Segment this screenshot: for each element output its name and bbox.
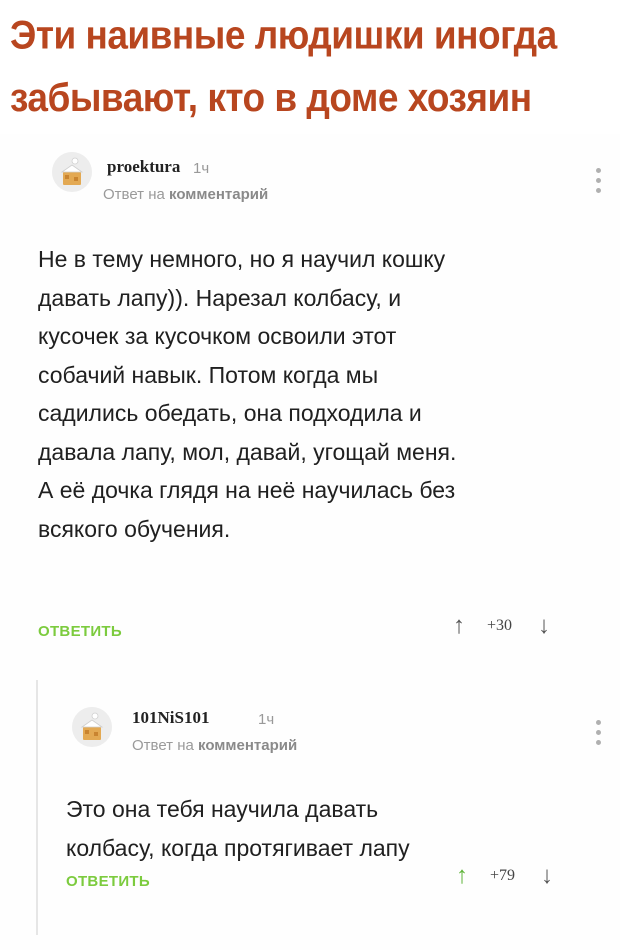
body-line: кусочек за кусочком освоили этот <box>38 323 397 349</box>
thread-line <box>36 680 38 935</box>
body-line: всякого обучения. <box>38 515 231 542</box>
body-line: Не в тему немного, но я научил кошку <box>38 246 446 272</box>
body-line: давать лапу)). Нарезал колбасу, и <box>38 284 402 311</box>
body-line: собачий навык. Потом когда мы <box>38 361 379 388</box>
arrow-up-icon[interactable]: ↑ <box>453 614 465 638</box>
default-avatar-icon[interactable] <box>72 707 112 747</box>
headline-line-2: забывают, кто в доме хозяин <box>10 75 532 120</box>
vote-controls: ↑ +30 ↓ <box>453 614 550 638</box>
body-line: Это она тебя научила давать <box>66 796 379 822</box>
more-vertical-icon[interactable] <box>594 720 602 745</box>
comment-username[interactable]: proektura <box>107 157 180 177</box>
body-line: колбасу, когда протягивает лапу <box>66 834 410 861</box>
comment-username[interactable]: 101NiS101 <box>132 708 209 728</box>
reply-to-prefix: Ответ на <box>103 186 165 203</box>
headline-line-1: Эти наивные людишки иногда <box>10 12 557 57</box>
comment-reply-to[interactable]: Ответ на комментарий <box>132 737 297 754</box>
body-line: садились обедать, она подходила и <box>38 400 422 426</box>
reply-button[interactable]: ОТВЕТИТЬ <box>66 873 150 890</box>
reply-button[interactable]: ОТВЕТИТЬ <box>38 623 122 640</box>
more-vertical-icon[interactable] <box>594 168 602 193</box>
comment-time: 1ч <box>258 711 275 728</box>
comment-reply-to[interactable]: Ответ на комментарий <box>103 186 268 203</box>
comment-body: Не в тему немного, но я научил кошку дав… <box>38 240 456 548</box>
body-line: давала лапу, мол, давай, угощай меня. <box>38 438 457 465</box>
arrow-down-icon[interactable]: ↓ <box>538 614 550 638</box>
meme-headline: Эти наивные людишки иногда забывают, кто… <box>10 4 610 129</box>
vote-score: +79 <box>490 867 516 884</box>
reply-to-target[interactable]: комментарий <box>198 737 297 754</box>
default-avatar-icon[interactable] <box>52 152 92 192</box>
reply-to-target[interactable]: комментарий <box>169 186 268 203</box>
vote-controls: ↑ +79 ↓ <box>456 864 553 888</box>
vote-score: +30 <box>487 617 513 634</box>
body-line: А её дочка глядя на неё научилась без <box>38 477 456 503</box>
arrow-up-icon[interactable]: ↑ <box>456 864 468 888</box>
comment-time: 1ч <box>193 160 210 177</box>
reply-to-prefix: Ответ на <box>132 737 194 754</box>
arrow-down-icon[interactable]: ↓ <box>541 864 553 888</box>
comment-body: Это она тебя научила давать колбасу, ког… <box>66 790 410 867</box>
